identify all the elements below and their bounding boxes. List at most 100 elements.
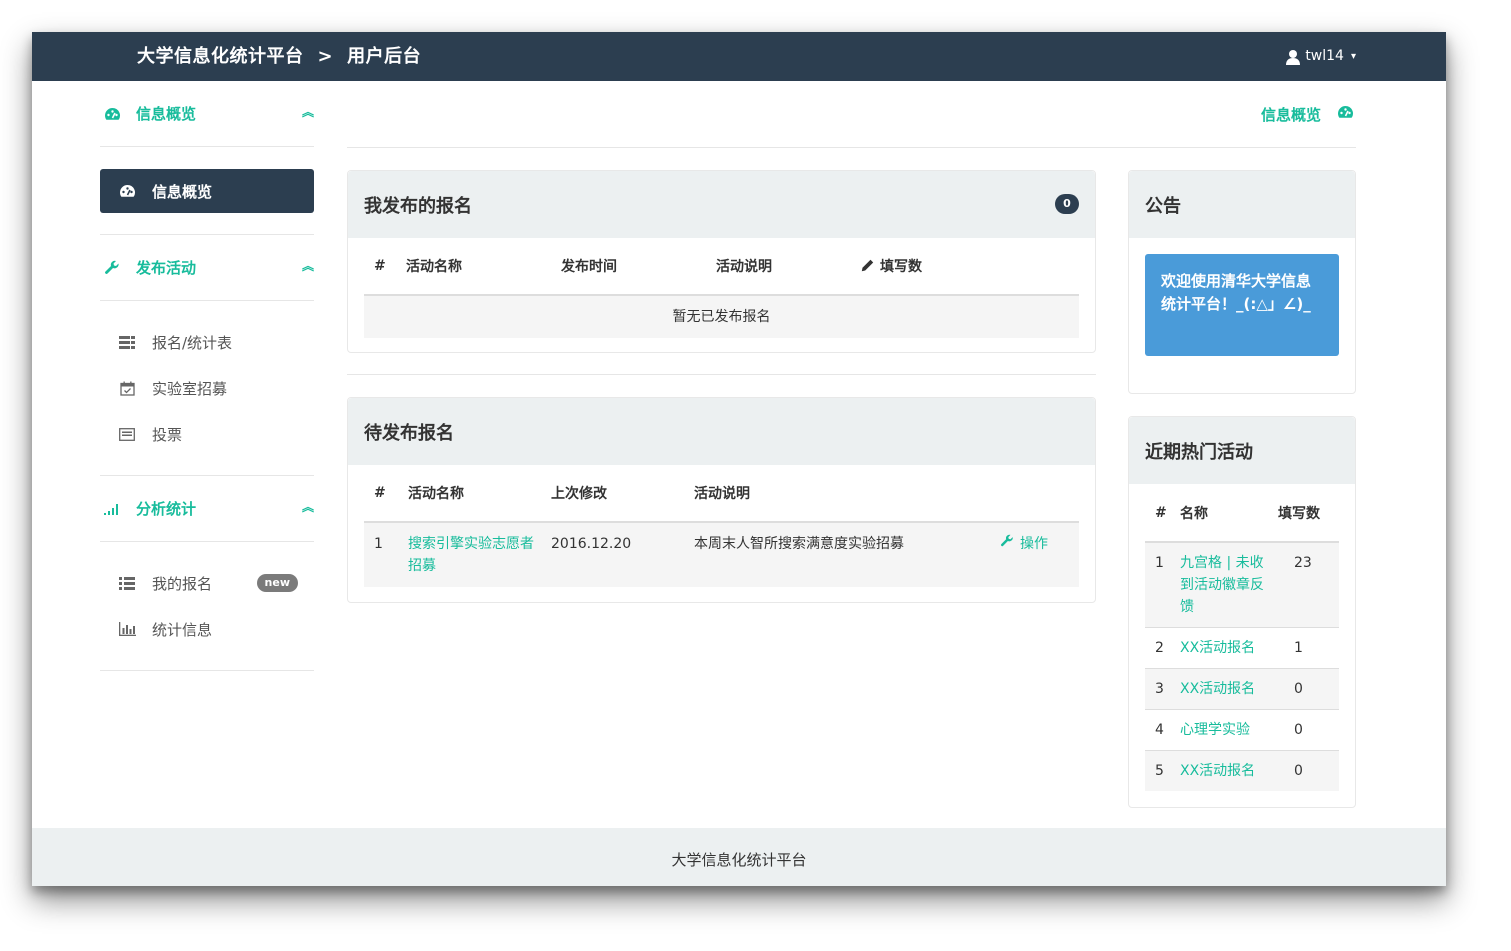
dashboard-icon [118,184,136,198]
wrench-icon [1000,533,1014,555]
column-header: 活动说明 [684,465,990,523]
sidebar-item-vote[interactable]: 投票 [100,411,314,457]
user-menu[interactable]: twl14 ▾ [1285,32,1356,81]
pending-signups-panel: 待发布报名 # 活动名称 上次修改 活动说明 1 搜索引擎实验志愿者招募 201… [347,397,1096,603]
fill-count: 0 [1268,709,1339,751]
table-header-row: # 活动名称 上次修改 活动说明 [364,465,1079,523]
sidebar-section-label: 信息概览 [136,105,197,123]
column-header: 活动名称 [396,238,551,296]
brand-link[interactable]: 大学信息化统计平台 [137,46,304,67]
column-header: 发布时间 [551,238,706,296]
sidebar-item-label: 统计信息 [152,620,213,639]
user-icon [1285,49,1301,65]
fill-count: 23 [1268,542,1339,628]
activity-name-link[interactable]: XX活动报名 [1170,750,1268,791]
sidebar-section-overview[interactable]: 信息概览 ︽ [100,81,314,147]
sidebar-item-statistics[interactable]: 统计信息 [100,606,314,652]
table-list-icon [118,335,136,349]
fill-count: 0 [1268,668,1339,710]
panel-title: 公告 [1145,195,1181,217]
row-index: 1 [364,522,398,587]
notice-message: 欢迎使用清华大学信息统计平台！_(:△」∠)_ [1145,254,1339,356]
page-title-text: 信息概览 [1260,105,1321,124]
column-header: # [1145,484,1170,543]
new-badge: new [256,574,298,592]
sidebar-item-overview[interactable]: 信息概览 [100,169,314,213]
divider [347,374,1096,375]
bar-chart-icon [118,622,136,636]
signal-bars-icon [102,502,122,515]
table-row: 2 XX活动报名 1 [1145,627,1339,669]
empty-message: 暂无已发布报名 [364,295,1079,338]
app-window: 大学信息化统计平台 > 用户后台 twl14 ▾ 信息概览 ︽ 信息概览 发布活… [32,32,1446,886]
activity-name-link[interactable]: 九宫格 | 未收到活动徽章反馈 [1170,542,1268,628]
activity-name-link[interactable]: XX活动报名 [1170,668,1268,710]
analysis-list: 我的报名 new 统计信息 [100,542,314,671]
ballot-card-icon [118,427,136,441]
publish-list: 报名/统计表 实验室招募 投票 [100,301,314,476]
activity-name-link[interactable]: 搜索引擎实验志愿者招募 [398,522,541,587]
row-index: 2 [1145,627,1170,669]
wrench-icon [102,260,122,276]
sidebar-item-lab-recruit[interactable]: 实验室招募 [100,365,314,411]
sidebar-section-label: 发布活动 [136,259,197,277]
activity-description: 本周末人智所搜索满意度实验招募 [684,522,990,587]
table-row: 4 心理学实验 0 [1145,709,1339,751]
page-title: 信息概览 [1261,81,1354,147]
calendar-check-icon [118,381,136,396]
dashboard-icon [102,107,122,121]
table-row: 3 XX活动报名 0 [1145,668,1339,710]
row-index: 5 [1145,750,1170,791]
operate-button[interactable]: 操作 [990,522,1079,587]
divider [100,213,314,235]
breadcrumb: 大学信息化统计平台 > 用户后台 [137,32,421,81]
table-wrapper: # 活动名称 发布时间 活动说明 填写数 暂无已发布报名 [348,238,1095,354]
table-header-row: # 名称 填写数 [1145,484,1339,543]
panel-header: 待发布报名 [348,398,1095,465]
row-index: 3 [1145,668,1170,710]
hot-activities-panel: 近期热门活动 # 名称 填写数 1 九宫格 | 未收到活动徽章反馈 23 2 X… [1128,416,1356,808]
column-header: 活动说明 [706,238,851,296]
activity-name-link[interactable]: 心理学实验 [1170,709,1268,751]
column-header: # [364,238,396,296]
panel-title: 近期热门活动 [1145,441,1253,463]
breadcrumb-current: 用户后台 [347,46,422,67]
column-header: 填写数 [1268,484,1339,543]
chevron-up-icon[interactable]: ︽ [302,498,314,515]
list-icon [118,576,136,590]
table-wrapper: # 名称 填写数 1 九宫格 | 未收到活动徽章反馈 23 2 XX活动报名 1 [1129,484,1355,807]
column-header [990,465,1079,523]
username: twl14 [1305,48,1344,64]
column-header: 名称 [1170,484,1268,543]
sidebar-section-analysis[interactable]: 分析统计 ︽ [100,476,314,542]
pending-table: # 活动名称 上次修改 活动说明 1 搜索引擎实验志愿者招募 2016.12.2… [364,465,1079,587]
divider [347,147,1356,148]
pencil-icon [861,259,874,276]
published-table: # 活动名称 发布时间 活动说明 填写数 暂无已发布报名 [364,238,1079,338]
hot-activities-table: # 名称 填写数 1 九宫格 | 未收到活动徽章反馈 23 2 XX活动报名 1 [1145,484,1339,791]
footer-text: 大学信息化统计平台 [671,851,807,869]
operate-label: 操作 [1020,536,1048,552]
activity-name-link[interactable]: XX活动报名 [1170,627,1268,669]
breadcrumb-separator: > [317,46,334,67]
last-modified: 2016.12.20 [541,522,684,587]
table-row: 暂无已发布报名 [364,295,1079,338]
notice-panel: 公告 欢迎使用清华大学信息统计平台！_(:△」∠)_ [1128,170,1356,394]
chevron-up-icon[interactable]: ︽ [302,257,314,274]
table-row: 1 九宫格 | 未收到活动徽章反馈 23 [1145,542,1339,628]
count-badge: 0 [1055,194,1079,214]
sidebar-item-label: 我的报名 [152,574,213,593]
table-row: 5 XX活动报名 0 [1145,750,1339,791]
chevron-up-icon[interactable]: ︽ [302,103,314,120]
sidebar-item-label: 投票 [152,425,183,444]
fill-count: 0 [1268,750,1339,791]
row-index: 1 [1145,542,1170,628]
dashboard-icon [1337,105,1354,123]
sidebar-section-publish[interactable]: 发布活动 ︽ [100,235,314,301]
panel-header: 我发布的报名 0 [348,171,1095,238]
sidebar-item-my-signups[interactable]: 我的报名 new [100,560,314,606]
column-header: # [364,465,398,523]
column-header: 上次修改 [541,465,684,523]
sidebar: 信息概览 ︽ 信息概览 发布活动 ︽ 报名/统计表 实验室招募 投票 分析统计 … [100,81,314,671]
sidebar-item-signup-table[interactable]: 报名/统计表 [100,319,314,365]
